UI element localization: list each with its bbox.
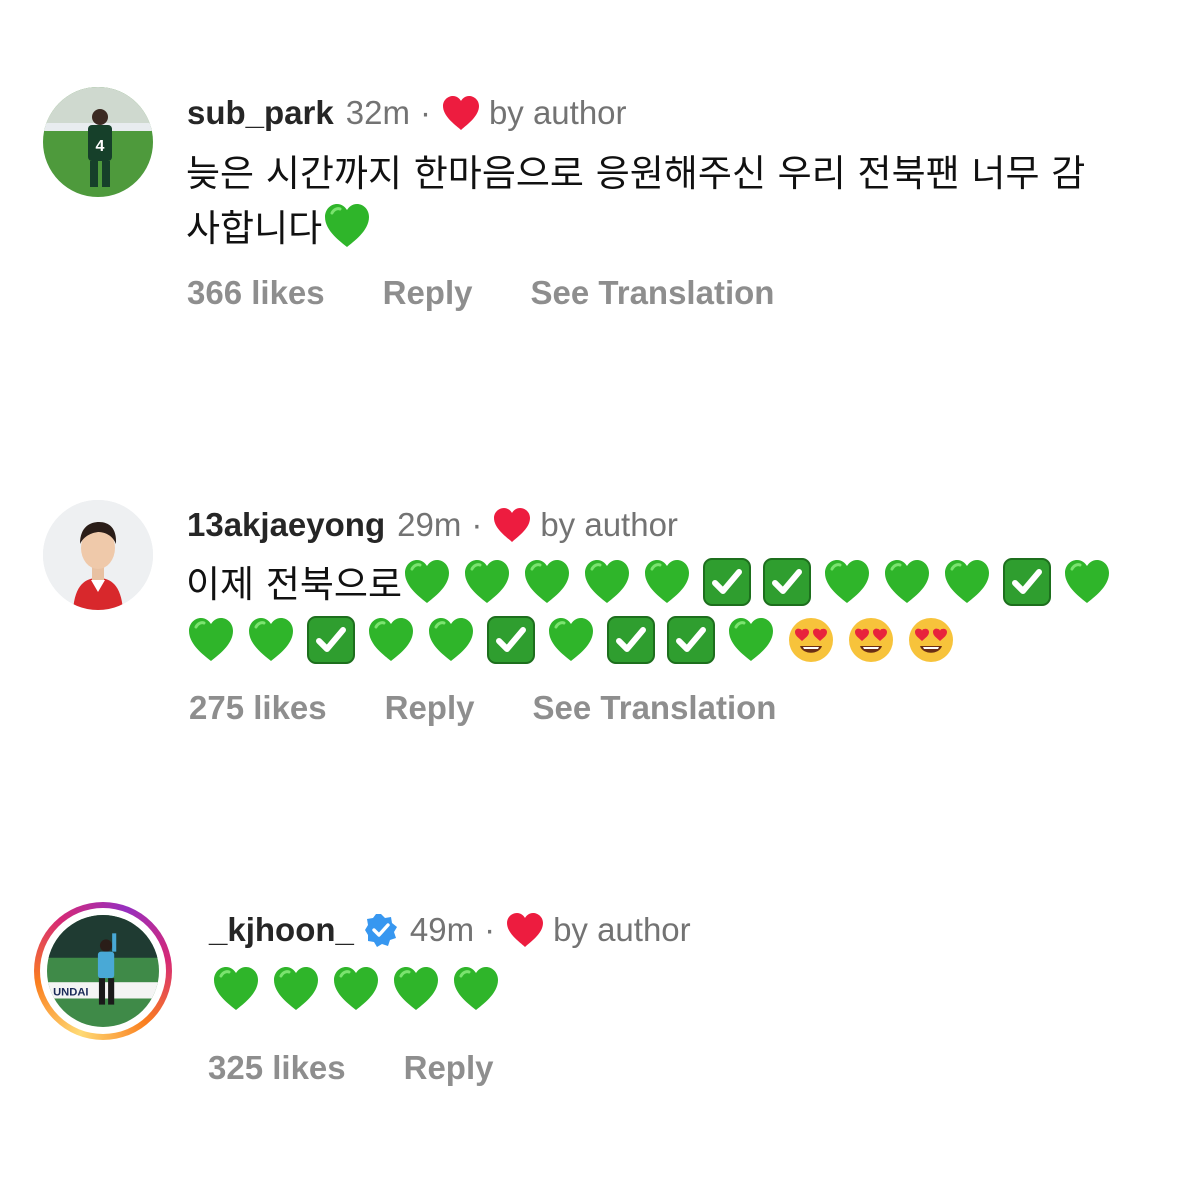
heart-eyes-emoji-icon xyxy=(846,615,896,665)
reply-button[interactable]: Reply xyxy=(404,1048,494,1088)
check-box-emoji-icon xyxy=(306,615,356,665)
check-box-emoji-icon xyxy=(666,615,716,665)
green-heart-emoji-icon xyxy=(1062,557,1112,607)
check-box-emoji-icon xyxy=(702,557,752,607)
verified-badge-icon xyxy=(364,914,397,947)
comment-text-fragment: 이제 전북으로 xyxy=(186,563,403,606)
avatar[interactable]: 4 xyxy=(43,87,153,197)
avatar-banner-text: UNDAI xyxy=(53,986,88,998)
green-heart-emoji-icon xyxy=(426,615,476,665)
green-heart-emoji-icon xyxy=(546,615,596,665)
green-heart-emoji-icon xyxy=(582,557,632,607)
green-heart-emoji-icon xyxy=(726,615,776,665)
green-heart-emoji-icon xyxy=(942,557,992,607)
check-box-emoji-icon xyxy=(606,615,656,665)
timestamp: 32m xyxy=(345,94,410,131)
separator-dot: · xyxy=(419,94,431,131)
green-heart-emoji-icon xyxy=(271,964,321,1014)
liked-by-author-heart-icon xyxy=(494,508,531,542)
liked-by-author-heart-icon xyxy=(442,96,479,130)
check-box-emoji-icon xyxy=(1002,557,1052,607)
check-box-emoji-icon xyxy=(486,615,536,665)
green-heart-emoji-icon xyxy=(642,557,692,607)
by-author-label: by author xyxy=(553,911,691,948)
green-heart-emoji-icon xyxy=(391,964,441,1014)
likes-count[interactable]: 275 likes xyxy=(189,688,327,728)
username[interactable]: sub_park xyxy=(187,93,334,133)
likes-count[interactable]: 325 likes xyxy=(208,1048,346,1088)
green-heart-emoji-icon xyxy=(331,964,381,1014)
by-author-label: by author xyxy=(488,94,627,131)
comment-text-line: 늦은 시간까지 한마음으로 응원해주신 우리 전북팬 너무 감 xyxy=(186,152,1086,195)
separator-dot: · xyxy=(471,506,483,543)
reply-button[interactable]: Reply xyxy=(385,688,475,728)
see-translation-button[interactable]: See Translation xyxy=(533,688,777,728)
green-heart-emoji-icon xyxy=(822,557,872,607)
green-heart-emoji-icon xyxy=(451,964,501,1014)
separator-dot: · xyxy=(484,911,496,948)
avatar[interactable] xyxy=(43,500,153,610)
green-heart-emoji-icon xyxy=(882,557,932,607)
green-heart-emoji-icon xyxy=(186,615,236,665)
story-ring[interactable]: UNDAI xyxy=(34,902,172,1040)
comment-text-line-2: 사합니다 xyxy=(186,201,1085,256)
username[interactable]: _kjhoon_ xyxy=(209,910,354,950)
svg-text:4: 4 xyxy=(96,138,105,155)
see-translation-button[interactable]: See Translation xyxy=(531,273,775,313)
green-heart-emoji-icon xyxy=(522,557,572,607)
avatar[interactable]: UNDAI xyxy=(47,915,159,1027)
green-heart-emoji-icon xyxy=(402,557,452,607)
comment-text-line-2 xyxy=(186,615,1122,670)
comment-text-fragment: 사합니다 xyxy=(186,207,323,250)
comment-text-line xyxy=(211,964,511,1019)
comment-text-line: 이제 전북으로 xyxy=(186,557,1122,612)
green-heart-emoji-icon xyxy=(246,615,296,665)
check-box-emoji-icon xyxy=(762,557,812,607)
liked-by-author-heart-icon xyxy=(507,913,544,947)
heart-eyes-emoji-icon xyxy=(906,615,956,665)
green-heart-emoji-icon xyxy=(322,201,372,251)
green-heart-emoji-icon xyxy=(366,615,416,665)
reply-button[interactable]: Reply xyxy=(383,273,473,313)
likes-count[interactable]: 366 likes xyxy=(187,273,325,313)
heart-eyes-emoji-icon xyxy=(786,615,836,665)
green-heart-emoji-icon xyxy=(462,557,512,607)
green-heart-emoji-icon xyxy=(211,964,261,1014)
username[interactable]: 13akjaeyong xyxy=(187,505,385,545)
timestamp: 49m xyxy=(409,911,475,948)
timestamp: 29m xyxy=(397,506,462,543)
by-author-label: by author xyxy=(540,506,678,543)
